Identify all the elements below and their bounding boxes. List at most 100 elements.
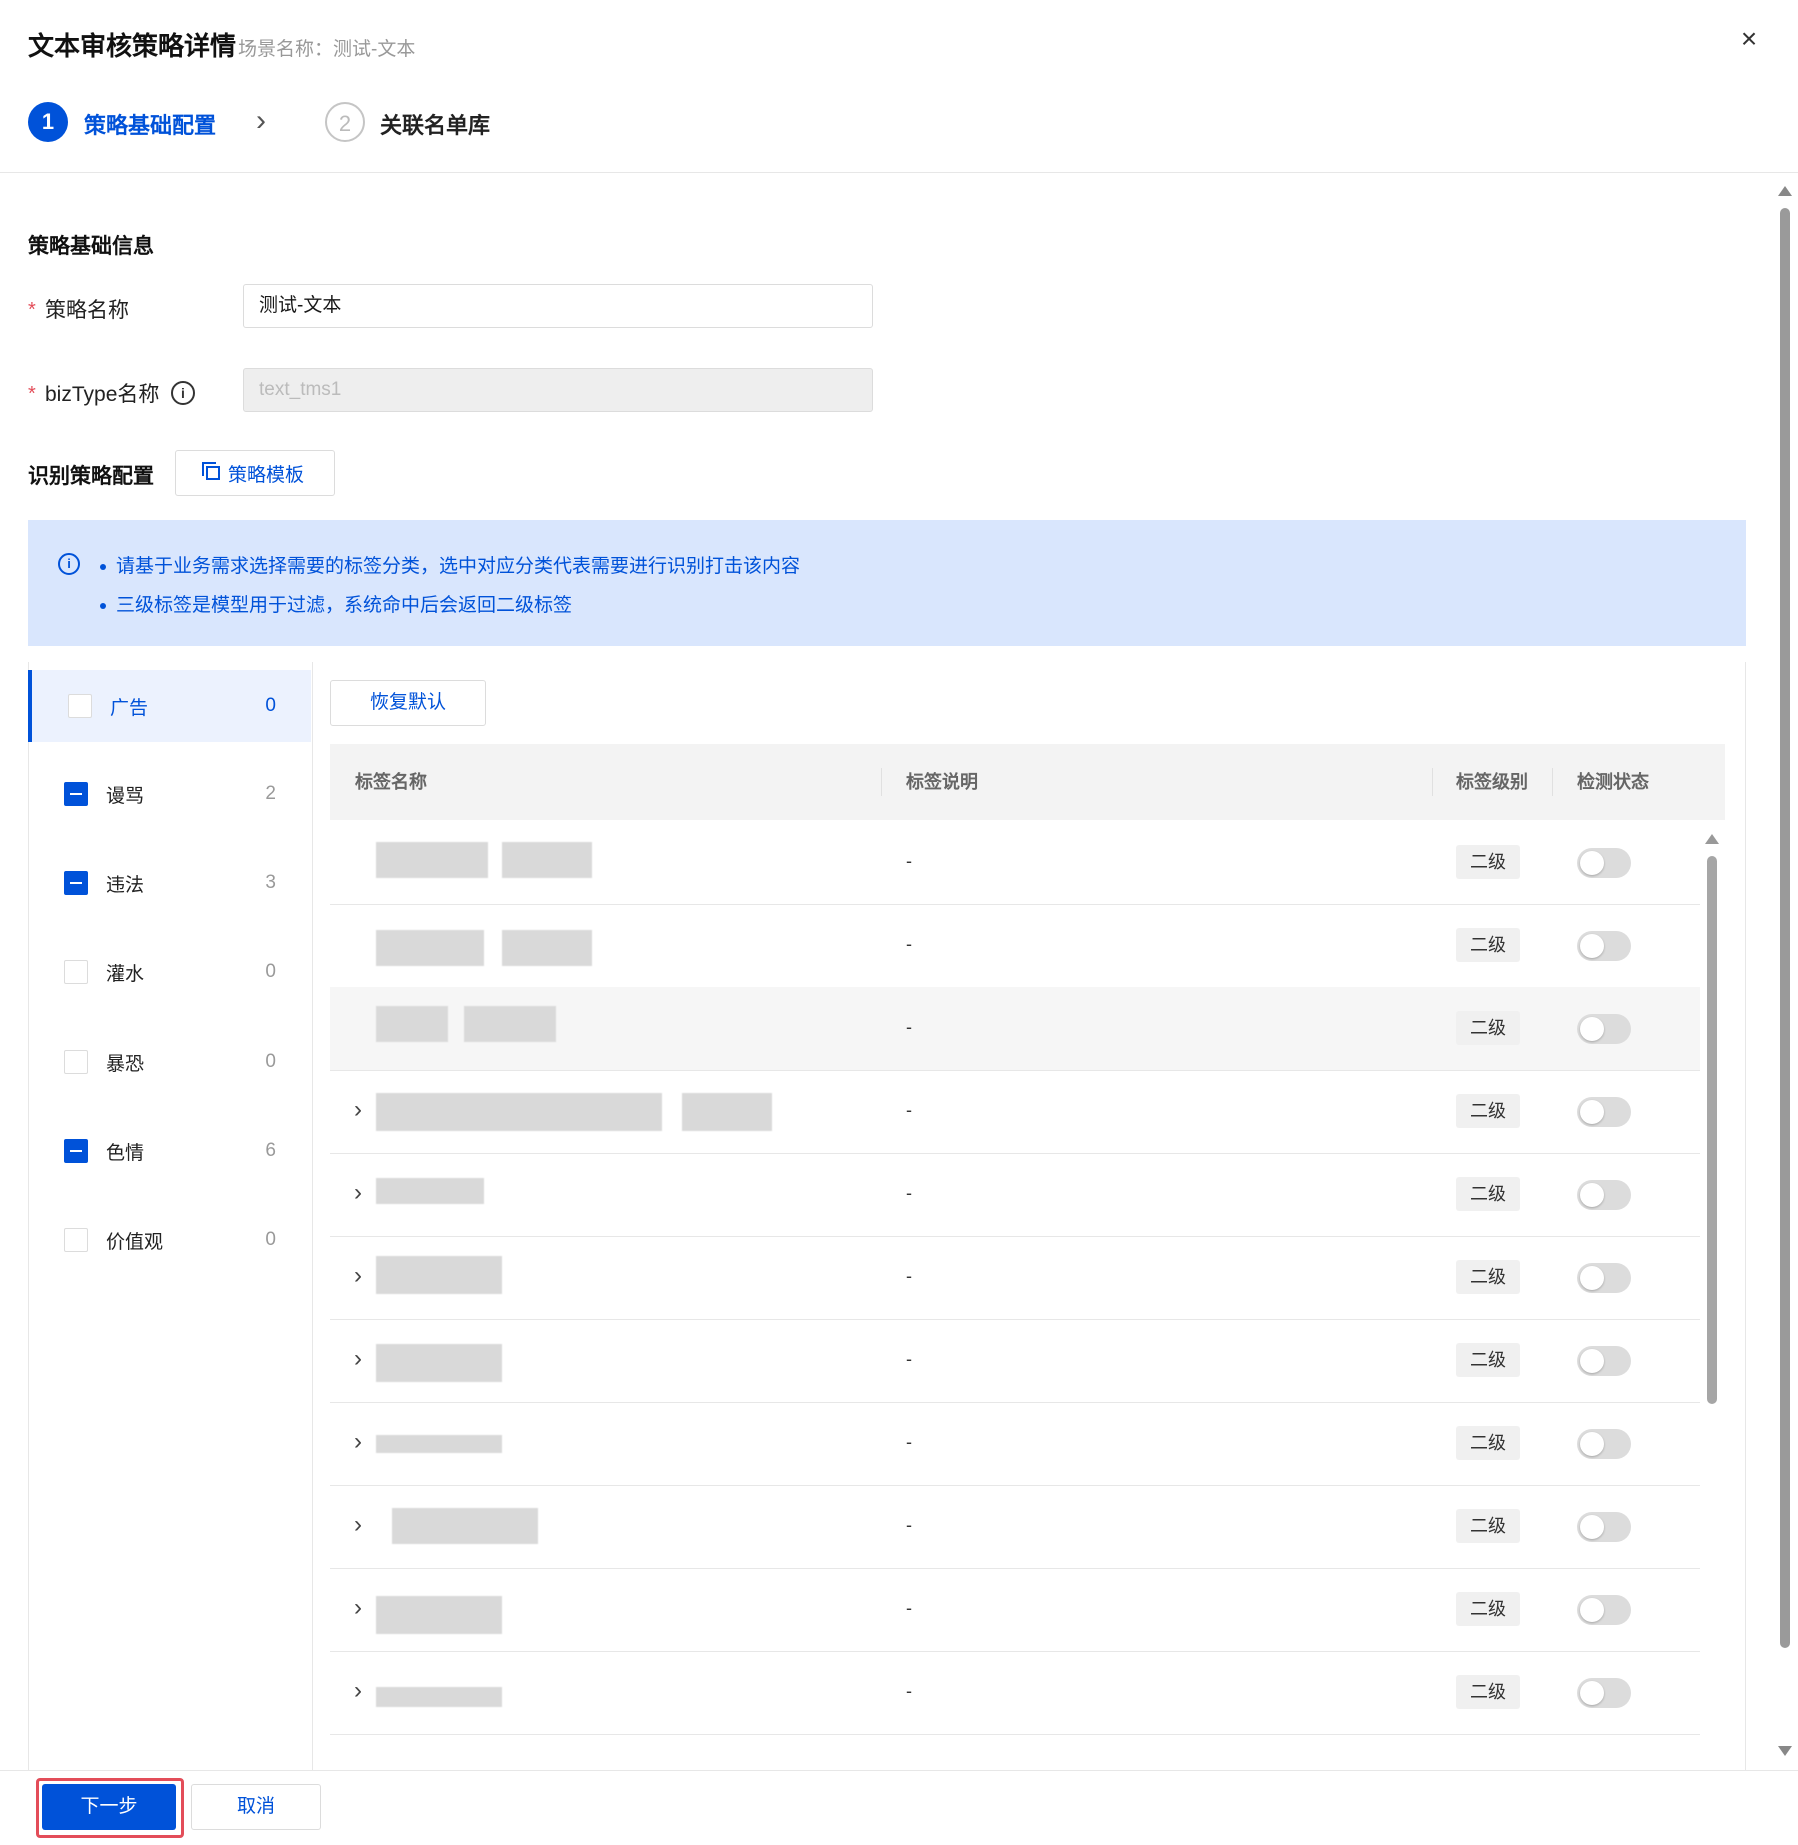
category-checkbox[interactable] — [64, 1228, 88, 1252]
detection-status-toggle[interactable] — [1577, 1512, 1631, 1542]
expand-chevron-icon[interactable]: › — [354, 1594, 362, 1622]
step-2-number: 2 — [325, 102, 365, 142]
category-count: 0 — [265, 695, 276, 716]
category-item-terror[interactable]: 暴恐 0 — [28, 1026, 311, 1098]
expand-chevron-icon[interactable]: › — [354, 1096, 362, 1124]
blurred-tag-name — [376, 1178, 484, 1204]
policy-name-label: 策略名称 — [45, 299, 129, 322]
detection-status-toggle[interactable] — [1577, 931, 1631, 961]
blurred-tag-name — [376, 1093, 662, 1131]
category-item-ads[interactable]: 广告 0 — [28, 670, 311, 742]
next-step-button[interactable]: 下一步 — [42, 1784, 176, 1830]
category-item-porn[interactable]: 色情 6 — [28, 1115, 311, 1187]
blurred-tag-name — [376, 1435, 502, 1453]
biztype-label: bizType名称 — [45, 383, 160, 406]
policy-template-label: 策略模板 — [227, 464, 304, 486]
close-icon[interactable]: × — [1734, 24, 1764, 54]
blurred-tag-name — [376, 1687, 502, 1707]
category-item-abuse[interactable]: 谩骂 2 — [28, 758, 311, 830]
detection-status-toggle[interactable] — [1577, 1263, 1631, 1293]
category-item-illegal[interactable]: 违法 3 — [28, 847, 311, 919]
category-checkbox[interactable] — [64, 960, 88, 984]
info-alert — [28, 520, 1746, 646]
detection-status-toggle[interactable] — [1577, 1429, 1631, 1459]
copy-icon — [201, 462, 220, 480]
expand-chevron-icon[interactable]: › — [354, 1345, 362, 1373]
detection-status-toggle[interactable] — [1577, 1014, 1631, 1044]
recognition-config-title: 识别策略配置 — [28, 465, 154, 488]
restore-default-button[interactable]: 恢复默认 — [330, 680, 486, 726]
blurred-tag-name — [502, 930, 592, 966]
basic-info-title: 策略基础信息 — [28, 235, 154, 258]
detection-status-toggle[interactable] — [1577, 1678, 1631, 1708]
chevron-right-icon: › — [256, 104, 266, 137]
blurred-tag-name — [376, 930, 484, 966]
page-scrollbar-thumb[interactable] — [1780, 208, 1790, 1648]
column-header-tag-level: 标签级别 — [1456, 772, 1528, 792]
scroll-up-arrow-icon[interactable] — [1778, 186, 1792, 196]
detection-status-toggle[interactable] — [1577, 1346, 1631, 1376]
category-name: 暴恐 — [106, 1053, 145, 1075]
blurred-tag-name — [464, 1006, 556, 1042]
step-1-number: 1 — [28, 102, 68, 142]
scroll-down-arrow-icon[interactable] — [1778, 1746, 1792, 1756]
category-checkbox[interactable] — [64, 871, 88, 895]
category-item-values[interactable]: 价值观 0 — [28, 1204, 311, 1276]
detection-status-toggle[interactable] — [1577, 1180, 1631, 1210]
tag-level-badge: 二级 — [1456, 1011, 1520, 1045]
step-2-label[interactable]: 关联名单库 — [380, 108, 490, 140]
dialog-title: 文本审核策略详情 — [28, 31, 237, 61]
blurred-tag-name — [376, 1344, 502, 1382]
category-item-spam[interactable]: 灌水 0 — [28, 936, 311, 1008]
header-divider — [0, 172, 1798, 173]
category-name: 谩骂 — [106, 785, 145, 807]
tag-level-badge: 二级 — [1456, 1592, 1520, 1626]
tag-description: - — [906, 1515, 912, 1535]
category-count: 0 — [265, 1229, 276, 1250]
table-scroll-up-icon[interactable] — [1705, 834, 1719, 844]
category-checkbox[interactable] — [68, 694, 92, 718]
blurred-tag-name — [376, 1256, 502, 1294]
scene-name: 场景名称：测试-文本 — [238, 39, 416, 60]
category-name: 广告 — [110, 697, 149, 719]
category-checkbox[interactable] — [64, 1050, 88, 1074]
blurred-tag-name — [502, 842, 592, 878]
step-1-label[interactable]: 策略基础配置 — [84, 108, 216, 140]
category-checkbox[interactable] — [64, 782, 88, 806]
category-name: 灌水 — [106, 963, 145, 985]
policy-name-input[interactable]: 测试-文本 — [243, 284, 873, 328]
alert-line: 三级标签是模型用于过滤，系统命中后会返回二级标签 — [100, 590, 572, 617]
tag-level-badge: 二级 — [1456, 1426, 1520, 1460]
column-separator — [1552, 768, 1553, 796]
column-separator — [1432, 768, 1433, 796]
expand-chevron-icon[interactable]: › — [354, 1511, 362, 1539]
expand-chevron-icon[interactable]: › — [354, 1179, 362, 1207]
category-name: 违法 — [106, 874, 145, 896]
category-checkbox[interactable] — [64, 1139, 88, 1163]
info-circle-icon: i — [58, 553, 80, 575]
tag-level-badge: 二级 — [1456, 1509, 1520, 1543]
cancel-button[interactable]: 取消 — [191, 1784, 321, 1830]
bullet-dot — [100, 563, 106, 570]
detection-status-toggle[interactable] — [1577, 848, 1631, 878]
expand-chevron-icon[interactable]: › — [354, 1428, 362, 1456]
expand-chevron-icon[interactable]: › — [354, 1262, 362, 1290]
blurred-tag-name — [376, 1596, 502, 1634]
tag-level-badge: 二级 — [1456, 928, 1520, 962]
category-count: 3 — [265, 872, 276, 893]
column-header-tag-desc: 标签说明 — [906, 772, 978, 792]
table-scrollbar-thumb[interactable] — [1707, 856, 1717, 1404]
detection-status-toggle[interactable] — [1577, 1097, 1631, 1127]
expand-chevron-icon[interactable]: › — [354, 1677, 362, 1705]
required-mark: * — [28, 383, 36, 405]
policy-template-button[interactable]: 策略模板 — [175, 450, 335, 496]
category-count: 0 — [265, 1051, 276, 1072]
detection-status-toggle[interactable] — [1577, 1595, 1631, 1625]
tag-description: - — [906, 934, 912, 954]
info-icon[interactable]: i — [171, 381, 195, 405]
tag-description: - — [906, 1432, 912, 1452]
blurred-tag-name — [682, 1093, 772, 1131]
tag-description: - — [906, 1681, 912, 1701]
biztype-input: text_tms1 — [243, 368, 873, 412]
column-separator — [881, 768, 882, 796]
